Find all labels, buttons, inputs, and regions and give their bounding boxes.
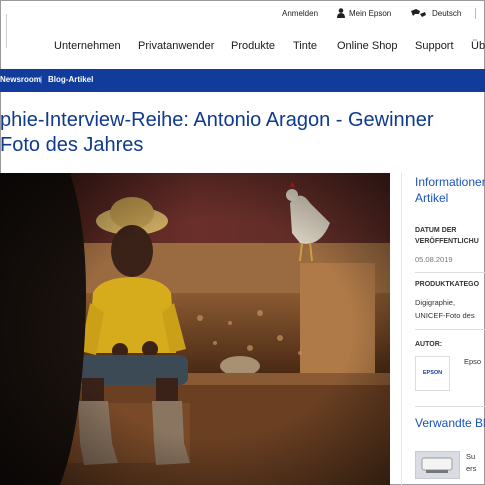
related-post-title-line-2[interactable]: ers xyxy=(466,463,476,475)
user-icon xyxy=(337,8,345,20)
nav-item-produkte[interactable]: Produkte xyxy=(231,40,275,52)
publication-date: 05.08.2019 xyxy=(415,255,453,264)
divider xyxy=(415,272,485,273)
nav-item-ueber[interactable]: Üb xyxy=(471,40,485,52)
divider xyxy=(415,406,485,407)
my-epson-link[interactable]: Mein Epson xyxy=(349,9,391,18)
breadcrumb-blog-artikel: Blog-Artikel xyxy=(48,75,94,84)
globe-icon xyxy=(410,8,427,20)
nav-item-privatanwender[interactable]: Privatanwender xyxy=(138,40,214,52)
related-post-title-line-1[interactable]: Su xyxy=(466,451,475,463)
date-label-line-2: VERÖFFENTLICHU xyxy=(415,238,479,245)
author-label: AUTOR: xyxy=(415,341,443,348)
login-link[interactable]: Anmelden xyxy=(282,9,318,18)
breadcrumb: Newsroom | Blog-Artikel xyxy=(0,69,485,92)
sidebar-divider xyxy=(401,173,402,485)
related-posts-heading: Verwandte Bl xyxy=(415,416,485,430)
nav-item-support[interactable]: Support xyxy=(415,40,454,52)
utility-divider xyxy=(475,8,476,19)
info-heading-line-2: Artikel xyxy=(415,191,449,205)
page-title: phie-Interview-Reihe: Antonio Aragon - G… xyxy=(0,108,485,158)
page-title-line-2: Foto des Jahres xyxy=(0,134,144,156)
date-label-line-1: DATUM DER xyxy=(415,227,457,234)
article-info-sidebar: Informationen Artikel DATUM DER VERÖFFEN… xyxy=(406,173,485,485)
nav-item-tinte[interactable]: Tinte xyxy=(293,40,317,52)
breadcrumb-newsroom[interactable]: Newsroom xyxy=(0,75,41,84)
category-link-digigraphie[interactable]: Digigraphie, xyxy=(415,297,455,309)
nav-item-unternehmen[interactable]: Unternehmen xyxy=(54,40,121,52)
author-logo: EPSON xyxy=(415,356,450,391)
language-selector[interactable]: Deutsch xyxy=(432,9,461,18)
author-name: Epso xyxy=(464,357,482,366)
divider xyxy=(415,329,485,330)
related-post-thumbnail[interactable] xyxy=(415,451,460,479)
hero-photo xyxy=(0,173,390,485)
category-link-unicef[interactable]: UNICEF-Foto des xyxy=(415,310,475,322)
nav-item-online-shop[interactable]: Online Shop xyxy=(337,40,398,52)
page-title-line-1: phie-Interview-Reihe: Antonio Aragon - G… xyxy=(0,109,434,131)
category-label: PRODUKTKATEGO xyxy=(415,281,480,288)
utility-nav: Anmelden Mein Epson Deutsch xyxy=(0,8,485,21)
breadcrumb-separator: | xyxy=(40,75,43,84)
info-heading-line-1: Informationen xyxy=(415,175,485,189)
